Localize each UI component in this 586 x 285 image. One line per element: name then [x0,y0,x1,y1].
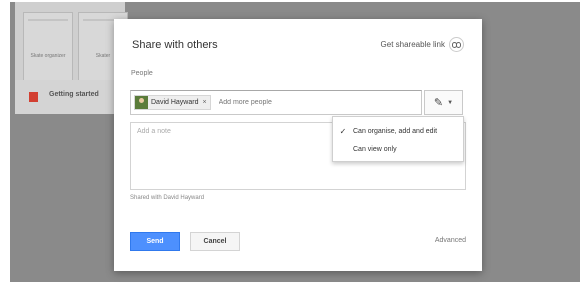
get-shareable-link[interactable]: Get shareable link [381,37,464,52]
thumbnail-line [28,19,68,21]
background-thumbnail: Skate organizer [23,12,73,82]
recipient-chip: David Hayward × [134,95,211,110]
note-placeholder: Add a note [137,128,171,135]
menu-item-can-organise[interactable]: ✓ Can organise, add and edit [333,122,463,140]
permission-dropdown-button[interactable]: ✎ ▼ [424,90,463,115]
people-label: People [131,70,153,77]
thumbnail-caption: Skate organizer [30,53,66,59]
menu-item-can-view[interactable]: Can view only [333,140,463,158]
cancel-button[interactable]: Cancel [190,232,240,251]
link-icon-glyph [452,41,461,48]
send-button[interactable]: Send [130,232,180,251]
pencil-icon: ✎ [433,97,444,109]
avatar [135,96,148,109]
dialog-title: Share with others [132,39,218,51]
link-icon[interactable] [449,37,464,52]
background-file-row: Getting started [15,80,125,114]
document-icon [29,92,38,102]
add-people-input[interactable] [218,99,359,106]
people-input-box[interactable]: David Hayward × [130,90,422,115]
background-file-label: Getting started [49,91,99,98]
permission-menu: ✓ Can organise, add and edit Can view on… [332,116,464,162]
share-dialog: Share with others Get shareable link Peo… [114,19,482,271]
chevron-down-icon: ▼ [447,99,454,106]
remove-recipient-icon[interactable]: × [202,99,206,106]
menu-item-label: Can organise, add and edit [353,127,438,135]
menu-item-label: Can view only [353,145,397,153]
shared-with-text: Shared with David Hayward [130,195,205,201]
recipient-name: David Hayward [151,99,199,106]
advanced-link[interactable]: Advanced [435,237,466,244]
checkmark-icon: ✓ [339,126,347,136]
shareable-link-label[interactable]: Get shareable link [381,40,445,49]
